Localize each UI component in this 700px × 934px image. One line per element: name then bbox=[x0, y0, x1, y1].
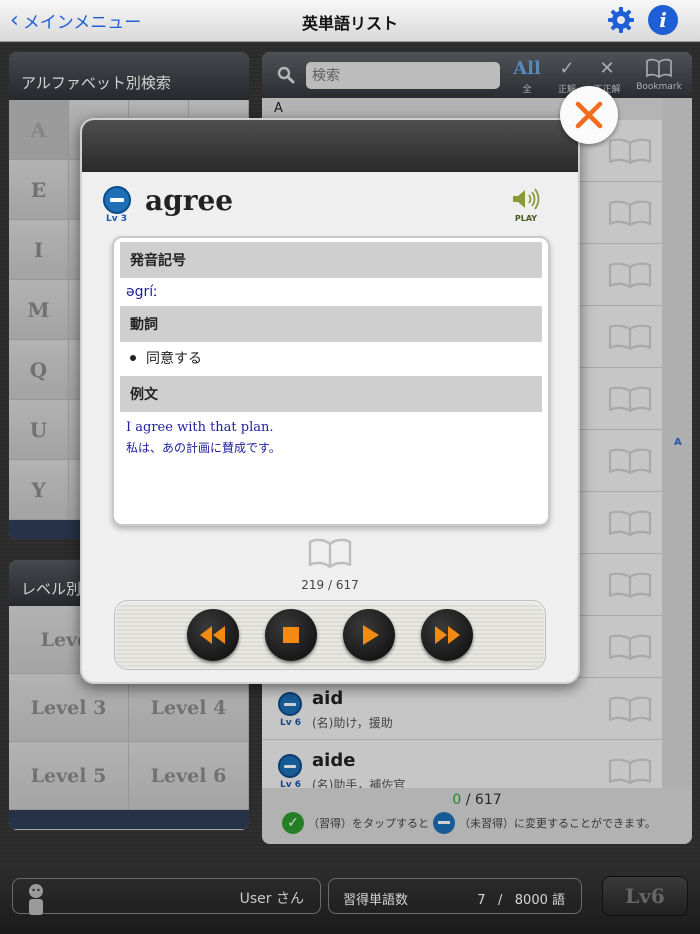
example-english: I agree with that plan. bbox=[126, 420, 274, 435]
word-position: 219 / 617 bbox=[301, 578, 359, 592]
fast-forward-button[interactable] bbox=[421, 609, 473, 661]
close-icon bbox=[575, 101, 603, 129]
play-icon bbox=[363, 625, 379, 645]
word-title: agree bbox=[145, 184, 234, 217]
play-audio-button[interactable]: PLAY bbox=[509, 188, 543, 223]
learned-words-total: 8000 語 bbox=[514, 893, 565, 908]
navigation-bar: ‹ メインメニュー 英単語リスト i bbox=[0, 0, 700, 42]
level-button[interactable]: Lv6 bbox=[602, 876, 688, 916]
page-title: 英単語リスト bbox=[301, 14, 398, 33]
example-header: 例文 bbox=[120, 376, 542, 412]
fast-forward-icon bbox=[435, 626, 460, 644]
learned-words-info: 習得単語数 7 / 8000 語 bbox=[328, 878, 582, 914]
learned-words-label: 習得単語数 bbox=[343, 893, 409, 908]
rewind-button[interactable] bbox=[187, 609, 239, 661]
pronunciation-header: 発音記号 bbox=[120, 242, 542, 278]
rewind-icon bbox=[200, 626, 225, 644]
info-icon[interactable]: i bbox=[648, 5, 678, 35]
stop-icon bbox=[283, 627, 299, 643]
bottom-bar: User さん 習得単語数 7 / 8000 語 Lv6 bbox=[0, 864, 700, 934]
learned-words-separator: / bbox=[497, 893, 503, 908]
user-name: User さん bbox=[239, 891, 304, 907]
play-button[interactable] bbox=[343, 609, 395, 661]
part-of-speech-header: 動詞 bbox=[120, 306, 542, 342]
word-detail-card: 発音記号 əgríː 動詞 同意する 例文 I agree with that … bbox=[112, 236, 550, 526]
word-detail-modal: Lv 3 agree PLAY 発音記号 əgríː 動詞 同意する 例文 I … bbox=[80, 118, 580, 684]
modal-header bbox=[82, 120, 578, 172]
stop-button[interactable] bbox=[265, 609, 317, 661]
gear-icon[interactable] bbox=[607, 6, 635, 34]
word-level: Lv 3 bbox=[106, 214, 127, 224]
user-info[interactable]: User さん bbox=[12, 878, 321, 915]
unlearned-toggle-icon[interactable] bbox=[103, 186, 131, 214]
playback-controls bbox=[114, 600, 546, 670]
close-button[interactable] bbox=[560, 86, 618, 144]
bookmark-book-icon[interactable] bbox=[308, 538, 352, 568]
user-avatar-icon bbox=[29, 884, 43, 915]
example-japanese: 私は、あの計画に賛成です。 bbox=[126, 441, 281, 455]
meaning-text: 同意する bbox=[114, 342, 548, 376]
learned-words-value: 7 / 8000 語 bbox=[477, 889, 565, 908]
speaker-icon bbox=[513, 188, 540, 210]
pronunciation-text: əgríː bbox=[126, 284, 158, 300]
learned-words-count: 7 bbox=[477, 893, 486, 908]
play-label: PLAY bbox=[514, 214, 538, 223]
